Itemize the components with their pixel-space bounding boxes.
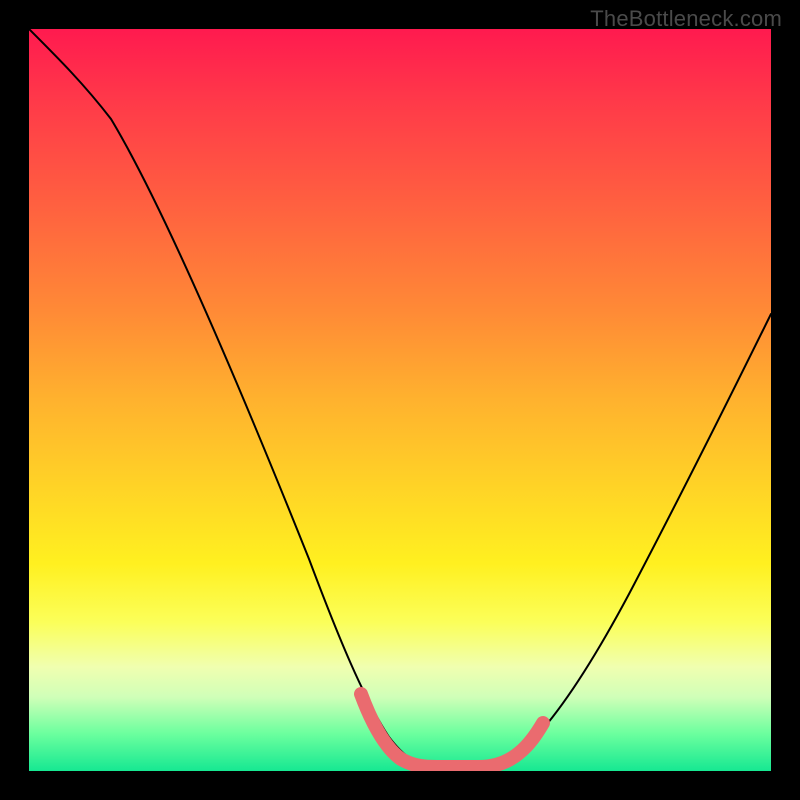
curve-path xyxy=(29,29,771,766)
flat-bottom-highlight xyxy=(361,694,543,767)
chart-frame: TheBottleneck.com xyxy=(0,0,800,800)
plot-area xyxy=(29,29,771,771)
bottleneck-curve xyxy=(29,29,771,771)
